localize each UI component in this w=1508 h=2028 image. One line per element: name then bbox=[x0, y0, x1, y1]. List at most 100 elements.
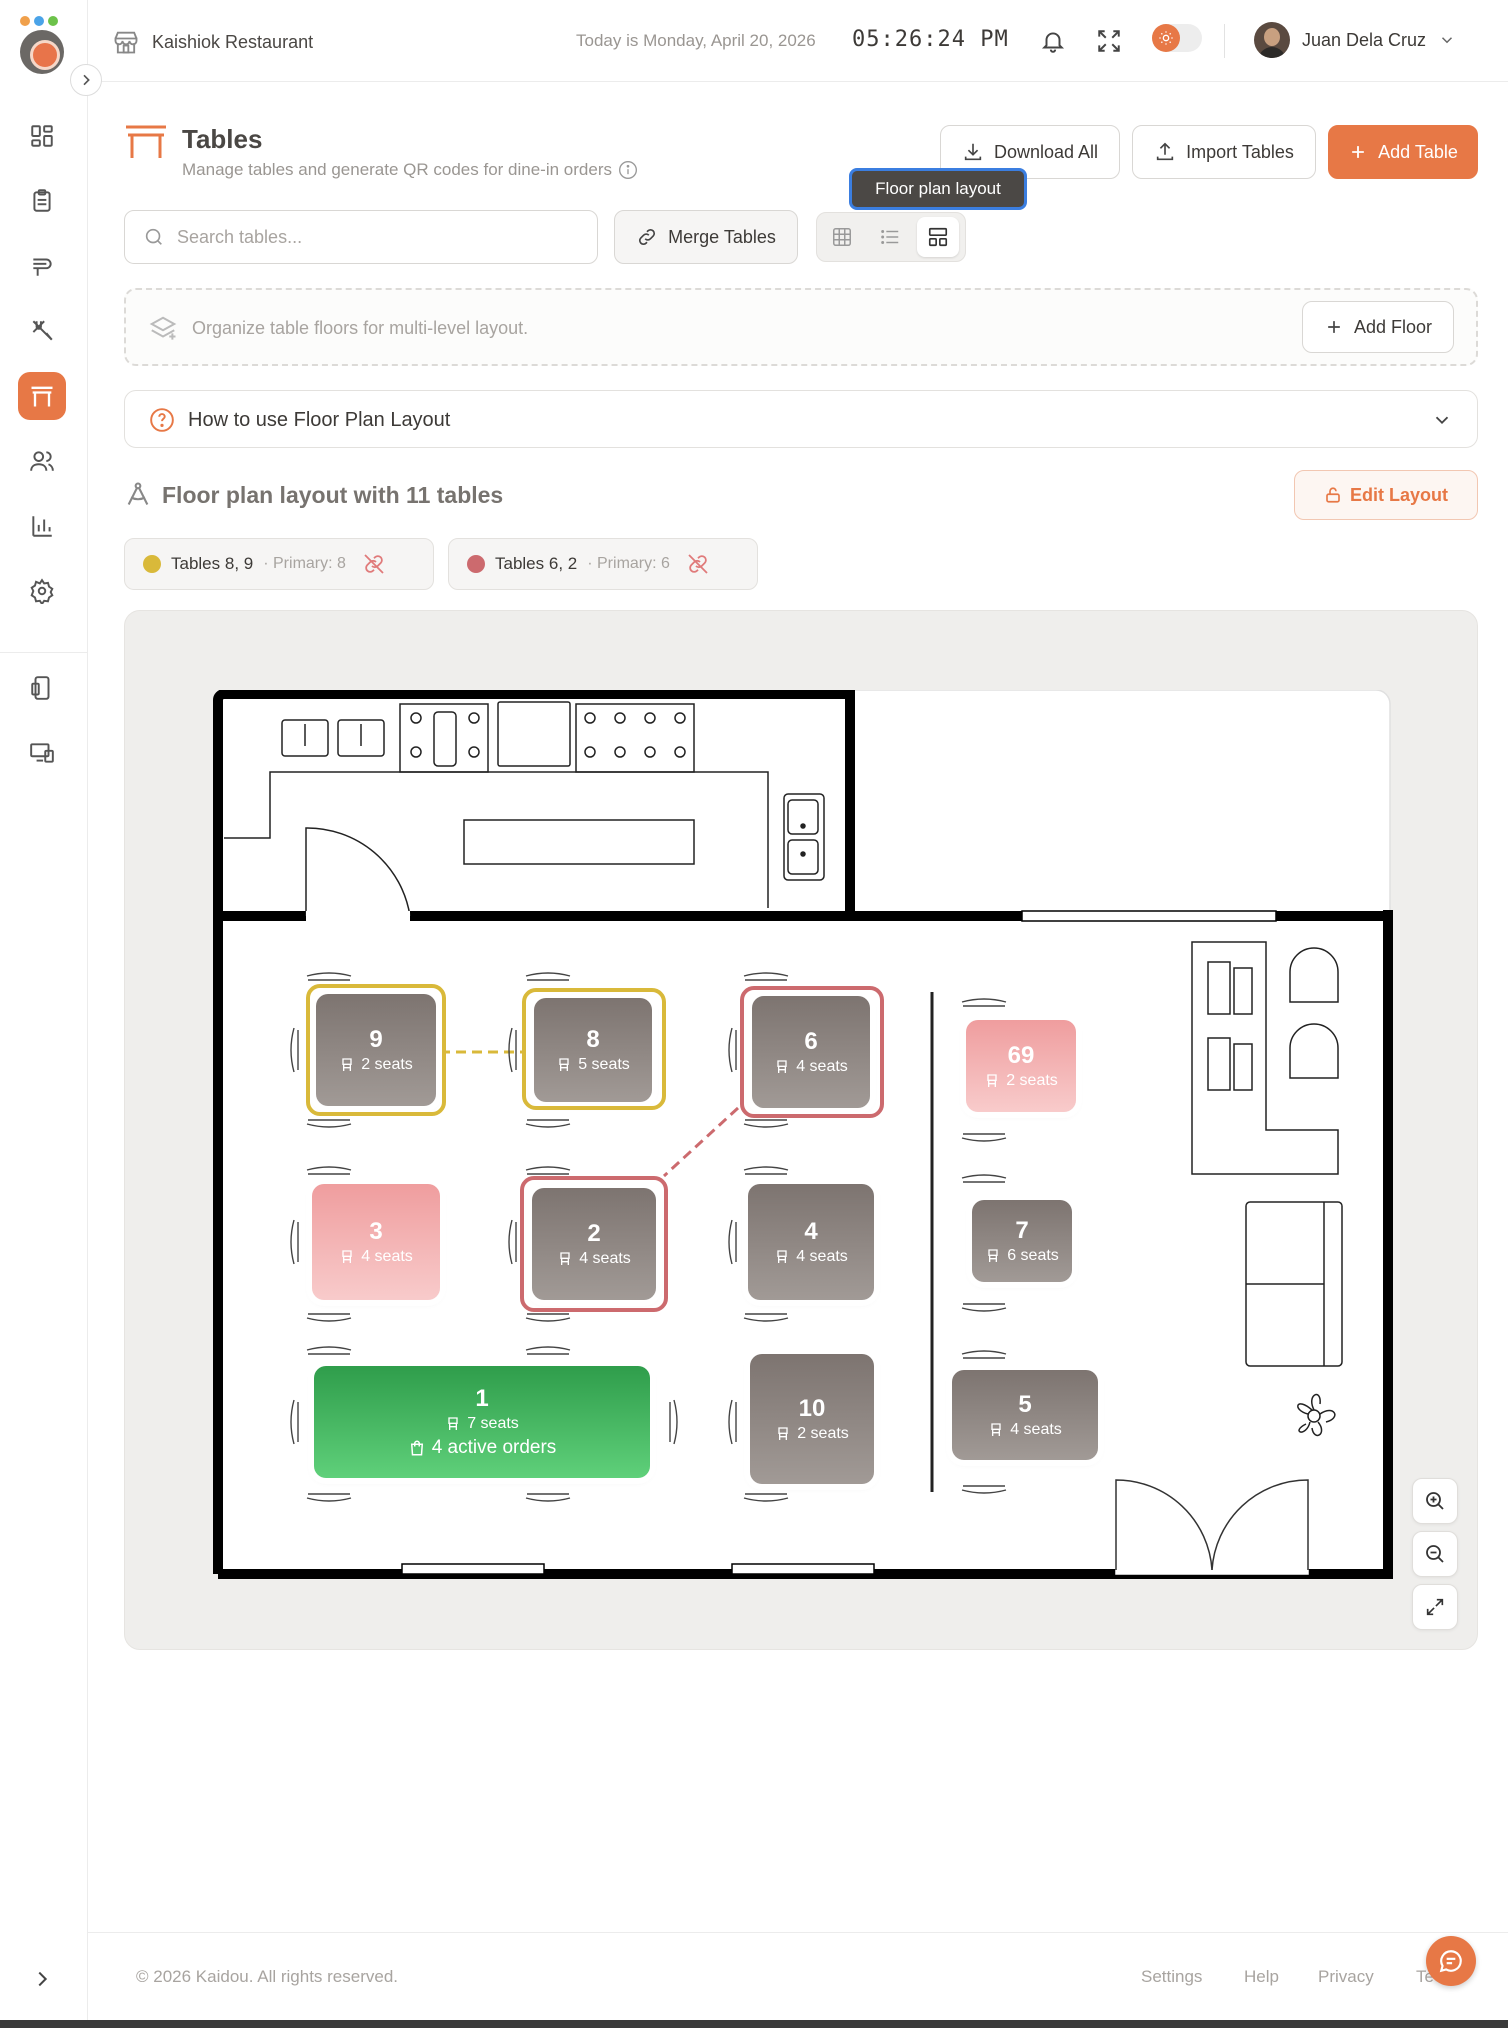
theme-toggle[interactable] bbox=[1152, 24, 1202, 52]
table-seats-text: 4 seats bbox=[579, 1250, 631, 1267]
bottom-edge bbox=[0, 2020, 1508, 2028]
notifications-button[interactable] bbox=[1036, 24, 1070, 58]
search-input[interactable] bbox=[177, 226, 577, 248]
merge-tables-button[interactable]: Merge Tables bbox=[614, 210, 798, 264]
table-number: 6 bbox=[804, 1028, 818, 1055]
table-seats: 2 seats bbox=[775, 1425, 849, 1443]
info-icon[interactable] bbox=[618, 160, 638, 180]
edit-layout-button[interactable]: Edit Layout bbox=[1294, 470, 1478, 520]
reports-icon bbox=[32, 516, 52, 537]
merge-group-chip[interactable]: Tables 8, 9 · Primary: 8 bbox=[124, 538, 434, 590]
fullscreen-button[interactable] bbox=[1092, 24, 1126, 58]
chair-icon bbox=[560, 1252, 570, 1265]
edit-layout-label: Edit Layout bbox=[1350, 484, 1448, 505]
footer-link-privacy[interactable]: Privacy bbox=[1318, 1967, 1374, 1987]
floors-banner: Organize table floors for multi-level la… bbox=[124, 288, 1478, 366]
sidebar-divider bbox=[0, 652, 88, 653]
merge-group-chip[interactable]: Tables 6, 2 · Primary: 6 bbox=[448, 538, 758, 590]
table-number: 5 bbox=[1018, 1391, 1032, 1418]
tables-icon bbox=[31, 386, 53, 407]
chat-button[interactable] bbox=[1426, 1936, 1476, 1986]
download-icon bbox=[964, 143, 982, 161]
list-view-button[interactable] bbox=[869, 217, 911, 257]
table-card[interactable]: 6 4 seats bbox=[752, 996, 870, 1108]
merge-tables-label: Merge Tables bbox=[668, 226, 776, 247]
table-card[interactable]: 69 2 seats bbox=[966, 1020, 1076, 1112]
plus-icon bbox=[1328, 321, 1340, 333]
table-card[interactable]: 3 4 seats bbox=[312, 1184, 440, 1300]
table-seats-text: 4 seats bbox=[796, 1058, 848, 1075]
table-seats-text: 2 seats bbox=[1006, 1072, 1058, 1089]
sidebar-item-devices[interactable] bbox=[18, 729, 66, 777]
table-number: 9 bbox=[369, 1026, 383, 1053]
restaurant-name: Kaishiok Restaurant bbox=[152, 31, 314, 52]
sidebar-collapse-button[interactable] bbox=[70, 64, 102, 96]
customers-icon bbox=[30, 451, 54, 471]
sidebar-expand-button[interactable] bbox=[18, 1955, 66, 2003]
sidebar-item-mobile[interactable] bbox=[18, 664, 66, 712]
page-subtitle-text: Manage tables and generate QR codes for … bbox=[182, 160, 612, 179]
app-logo[interactable] bbox=[20, 30, 64, 74]
view-tooltip: Floor plan layout bbox=[849, 168, 1027, 210]
floor-plan-view-button[interactable] bbox=[917, 217, 959, 257]
add-table-button[interactable]: Add Table bbox=[1328, 125, 1478, 179]
group-primary: · Primary: 8 bbox=[263, 555, 346, 572]
sidebar-item-tables[interactable] bbox=[18, 372, 66, 420]
fit-view-button[interactable] bbox=[1412, 1584, 1458, 1630]
store-icon bbox=[114, 31, 138, 54]
sidebar-item-reports[interactable] bbox=[18, 502, 66, 550]
howto-label: How to use Floor Plan Layout bbox=[188, 409, 451, 431]
devices-icon bbox=[30, 743, 54, 763]
footer-copyright: © 2026 Kaidou. All rights reserved. bbox=[136, 1967, 399, 1986]
sidebar-item-settings[interactable] bbox=[18, 567, 66, 615]
chevron-right-icon bbox=[83, 74, 90, 86]
chat-icon bbox=[1439, 1950, 1462, 1973]
table-seats: 4 seats bbox=[557, 1250, 631, 1268]
zoom-in-button[interactable] bbox=[1412, 1478, 1458, 1524]
grid-icon bbox=[833, 228, 851, 246]
restaurant-selector[interactable]: Kaishiok Restaurant bbox=[112, 28, 313, 56]
sidebar-item-dashboard[interactable] bbox=[18, 112, 66, 160]
sun-icon bbox=[1152, 24, 1180, 52]
import-tables-button[interactable]: Import Tables bbox=[1132, 125, 1316, 179]
table-card[interactable]: 10 2 seats bbox=[750, 1354, 874, 1484]
layout-title: Floor plan layout with 11 tables bbox=[162, 482, 504, 508]
plus-icon bbox=[1352, 146, 1364, 158]
table-seats: 2 seats bbox=[339, 1056, 413, 1074]
footer-link-help[interactable]: Help bbox=[1244, 1967, 1279, 1987]
zoom-out-icon bbox=[1426, 1545, 1444, 1563]
dashboard-icon bbox=[31, 125, 53, 147]
unlink-icon[interactable] bbox=[362, 552, 386, 576]
topbar-divider bbox=[1224, 24, 1225, 58]
page-title: Tables bbox=[182, 124, 263, 154]
bell-icon bbox=[1041, 32, 1065, 53]
table-card[interactable]: 1 7 seats 4 active orders bbox=[314, 1366, 650, 1478]
unlink-icon[interactable] bbox=[686, 552, 710, 576]
view-switcher bbox=[816, 212, 966, 262]
zoom-in-icon bbox=[1426, 1492, 1444, 1510]
sidebar-item-customers[interactable] bbox=[18, 437, 66, 485]
user-menu[interactable]: Juan Dela Cruz bbox=[1254, 22, 1456, 58]
table-card[interactable]: 4 4 seats bbox=[748, 1184, 874, 1300]
sidebar-item-kitchen[interactable] bbox=[18, 307, 66, 355]
compass-icon bbox=[127, 482, 149, 505]
search-box[interactable] bbox=[124, 210, 598, 264]
howto-accordion[interactable]: How to use Floor Plan Layout bbox=[124, 390, 1478, 448]
sidebar-item-menu[interactable] bbox=[18, 242, 66, 290]
table-card[interactable]: 9 2 seats bbox=[316, 994, 436, 1106]
add-floor-button[interactable]: Add Floor bbox=[1302, 301, 1454, 353]
table-card[interactable]: 2 4 seats bbox=[532, 1188, 656, 1300]
footer-link-settings[interactable]: Settings bbox=[1141, 1967, 1202, 1987]
grid-view-button[interactable] bbox=[821, 217, 863, 257]
table-seats-text: 4 seats bbox=[361, 1248, 413, 1265]
table-seats: 7 seats bbox=[445, 1415, 519, 1433]
group-color-dot bbox=[143, 555, 161, 573]
table-number: 3 bbox=[369, 1218, 383, 1245]
table-card[interactable]: 7 6 seats bbox=[972, 1200, 1072, 1282]
table-card[interactable]: 8 5 seats bbox=[534, 998, 652, 1102]
chevron-down-icon bbox=[1435, 416, 1449, 425]
upload-icon bbox=[1156, 142, 1174, 161]
sidebar-item-orders[interactable] bbox=[18, 177, 66, 225]
table-card[interactable]: 5 4 seats bbox=[952, 1370, 1098, 1460]
zoom-out-button[interactable] bbox=[1412, 1531, 1458, 1577]
